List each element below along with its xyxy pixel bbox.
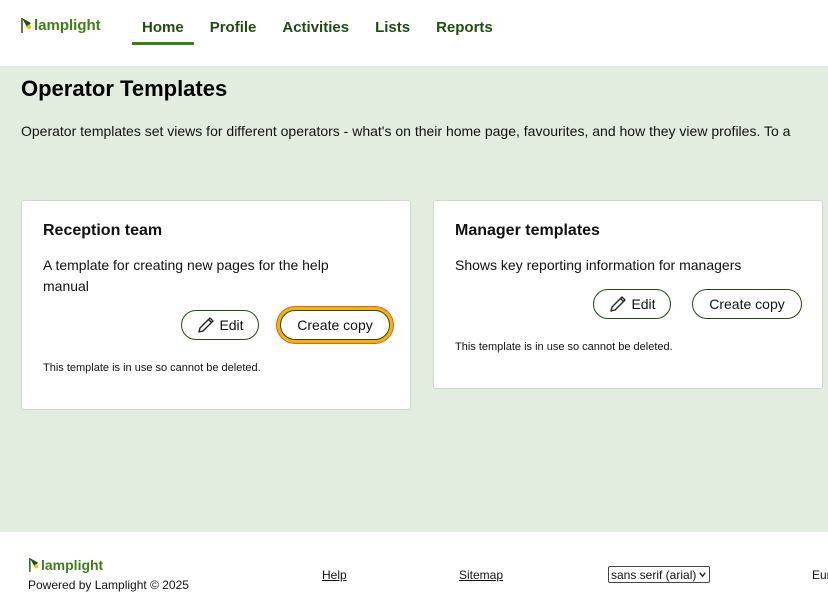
- sitemap-link[interactable]: Sitemap: [459, 568, 503, 582]
- create-copy-button[interactable]: Create copy: [280, 310, 390, 340]
- card-title: Reception team: [43, 222, 163, 239]
- font-select[interactable]: sans serif (arial): [608, 566, 711, 583]
- in-use-note: This template is in use so cannot be del…: [455, 341, 673, 353]
- card-title: Manager templates: [455, 222, 600, 239]
- nav-home[interactable]: Home: [132, 0, 194, 45]
- card-description: A template for creating new pages for th…: [43, 257, 329, 294]
- help-link[interactable]: Help: [322, 568, 347, 582]
- pencil-icon: [608, 294, 628, 314]
- nav-reports[interactable]: Reports: [426, 0, 503, 45]
- nav-activities[interactable]: Activities: [272, 0, 359, 45]
- chevron-down-icon: [699, 572, 707, 578]
- footer-logo[interactable]: lamplight: [28, 556, 103, 573]
- intro-text: Operator templates set views for differe…: [21, 123, 791, 139]
- lamplight-logo[interactable]: lamplight: [20, 16, 101, 34]
- main-nav: Home Profile Activities Lists Reports: [132, 0, 509, 66]
- main-content: Operator Templates Operator templates se…: [0, 66, 828, 532]
- footer-logo-text: lamplight: [41, 557, 104, 573]
- template-card-manager: Manager templates Shows key reporting in…: [433, 200, 823, 389]
- edit-button-label: Edit: [631, 296, 656, 312]
- nav-profile[interactable]: Profile: [200, 0, 267, 45]
- footer-truncated-text: Eur: [812, 568, 828, 582]
- in-use-note: This template is in use so cannot be del…: [43, 362, 261, 374]
- font-select-value: sans serif (arial): [611, 567, 697, 582]
- template-card-reception: Reception team A template for creating n…: [21, 200, 411, 410]
- pencil-icon: [196, 315, 216, 335]
- edit-button[interactable]: Edit: [593, 289, 671, 319]
- nav-lists[interactable]: Lists: [365, 0, 420, 45]
- create-copy-label: Create copy: [297, 317, 373, 333]
- edit-button[interactable]: Edit: [181, 310, 259, 340]
- page-title: Operator Templates: [21, 76, 228, 101]
- create-copy-button[interactable]: Create copy: [692, 289, 802, 319]
- card-description: Shows key reporting information for mana…: [455, 257, 742, 273]
- page-footer: lamplight Powered by Lamplight © 2025 He…: [0, 532, 828, 616]
- logo-text: lamplight: [34, 17, 101, 34]
- top-header: lamplight Home Profile Activities Lists …: [0, 0, 828, 66]
- powered-by-text: Powered by Lamplight © 2025: [28, 578, 189, 592]
- create-copy-label: Create copy: [709, 296, 785, 312]
- lamp-icon: [21, 18, 32, 33]
- edit-button-label: Edit: [219, 317, 244, 333]
- lamp-icon: [29, 558, 39, 572]
